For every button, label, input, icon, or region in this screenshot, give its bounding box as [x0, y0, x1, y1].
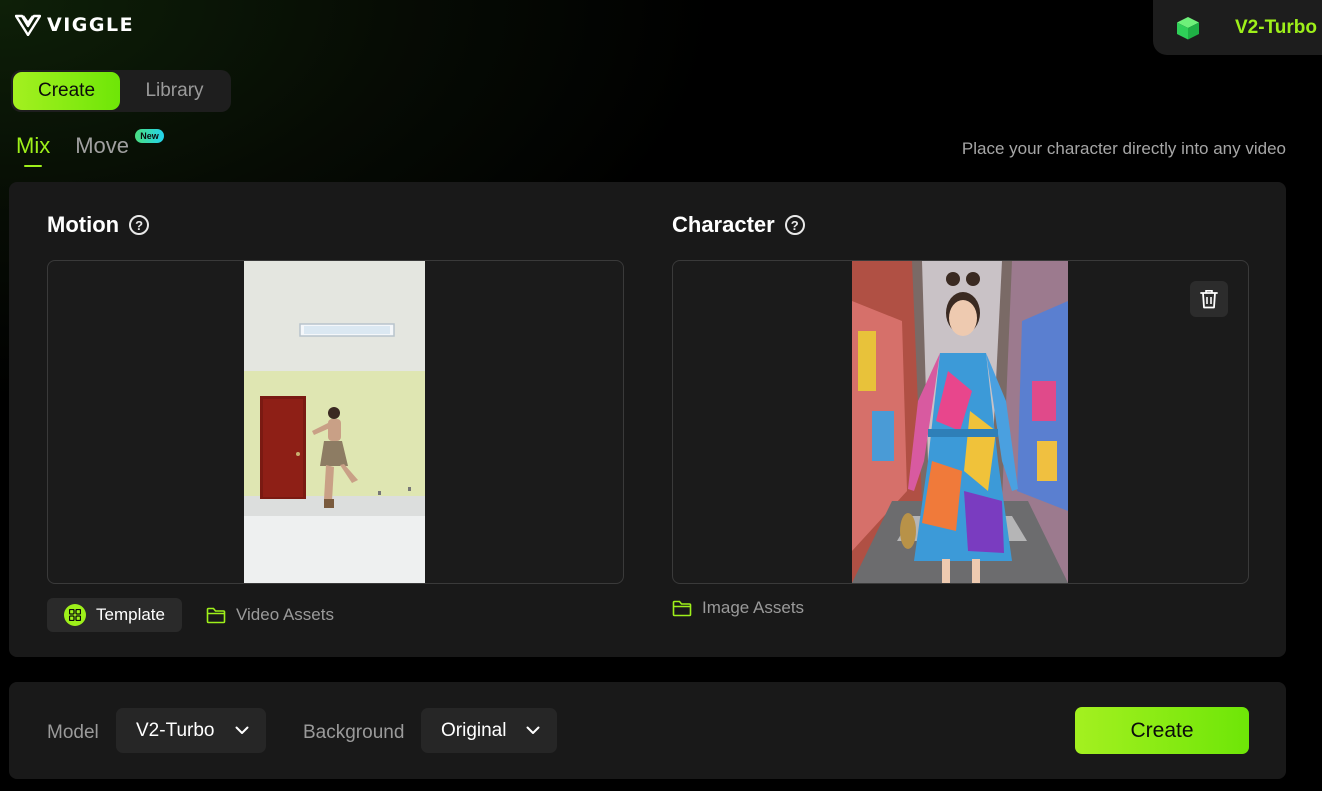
template-button[interactable]: Template [47, 598, 182, 632]
main-tab-bar: Create Library [11, 70, 231, 112]
help-circle-icon[interactable]: ? [129, 215, 150, 235]
model-value: V2-Turbo [136, 719, 215, 741]
model-select[interactable]: V2-Turbo [116, 708, 266, 753]
delete-character-button[interactable] [1190, 281, 1228, 317]
character-dropzone[interactable] [672, 260, 1249, 584]
chevron-down-icon [235, 726, 248, 734]
mode-tabs: Mix Move New [16, 129, 164, 167]
motion-source-row: Template Video Assets [47, 598, 334, 632]
tab-move-label: Move [75, 133, 130, 158]
grid-icon [64, 604, 86, 626]
viggle-logo[interactable]: VIGGLE [15, 14, 134, 36]
cube-icon [1177, 16, 1199, 39]
motion-title: Motion ? [47, 212, 150, 238]
image-assets-link[interactable]: Image Assets [672, 598, 804, 618]
plan-label: V2-Turbo [1235, 16, 1317, 38]
tab-library[interactable]: Library [120, 72, 229, 110]
background-label: Background [303, 722, 405, 743]
tab-mix-label: Mix [16, 133, 51, 158]
tab-create[interactable]: Create [13, 72, 120, 110]
template-label: Template [96, 605, 165, 624]
video-assets-link[interactable]: Video Assets [206, 605, 334, 625]
input-panel: Motion ? Template Video Assets Character… [9, 182, 1286, 657]
character-title-text: Character [672, 212, 775, 237]
plan-indicator[interactable]: V2-Turbo [1153, 0, 1322, 55]
folder-icon [672, 600, 692, 616]
background-select[interactable]: Original [421, 708, 558, 753]
character-image-thumbnail[interactable] [852, 261, 1068, 583]
video-assets-label: Video Assets [235, 605, 334, 624]
motion-dropzone[interactable] [47, 260, 624, 584]
generation-settings-bar: Model V2-Turbo Background Original Creat… [9, 682, 1286, 779]
chevron-down-icon [526, 726, 540, 734]
mode-description: Place your character directly into any v… [961, 139, 1286, 158]
tab-mix[interactable]: Mix [16, 133, 50, 167]
motion-video-thumbnail[interactable] [244, 261, 425, 583]
folder-icon [206, 607, 226, 623]
model-label: Model [47, 722, 99, 743]
viggle-logo-icon [15, 14, 41, 36]
motion-title-text: Motion [47, 212, 120, 237]
help-circle-icon[interactable]: ? [784, 215, 805, 235]
create-button[interactable]: Create [1075, 707, 1249, 754]
character-title: Character ? [672, 212, 805, 238]
new-badge: New [135, 129, 164, 143]
trash-icon [1200, 290, 1218, 309]
background-value: Original [441, 719, 507, 741]
image-assets-label: Image Assets [702, 598, 805, 617]
character-source-row: Image Assets [672, 598, 804, 618]
brand-name: VIGGLE [47, 14, 135, 36]
tab-move[interactable]: Move New [75, 129, 164, 167]
